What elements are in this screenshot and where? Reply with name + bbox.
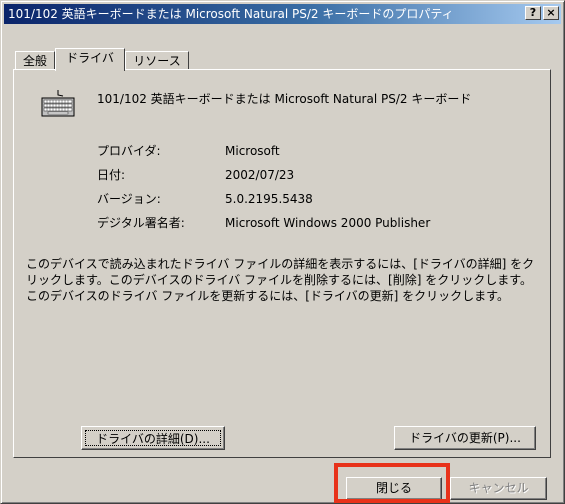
- device-name: 101/102 英語キーボードまたは Microsoft Natural PS/…: [97, 92, 472, 106]
- version-label: バージョン:: [97, 192, 161, 206]
- tab-general[interactable]: 全般: [15, 51, 55, 70]
- date-label: 日付:: [97, 168, 126, 182]
- signer-value: Microsoft Windows 2000 Publisher: [225, 216, 431, 230]
- title-bar[interactable]: 101/102 英語キーボードまたは Microsoft Natural PS/…: [4, 4, 561, 24]
- tab-driver[interactable]: ドライバ: [55, 48, 125, 71]
- signer-label: デジタル署名者:: [97, 216, 185, 230]
- date-value: 2002/07/23: [225, 168, 295, 182]
- properties-dialog: 101/102 英語キーボードまたは Microsoft Natural PS/…: [0, 0, 565, 504]
- driver-details-button[interactable]: ドライバの詳細(D)...: [81, 426, 225, 450]
- keyboard-icon: [41, 90, 75, 117]
- description-text: このデバイスで読み込まれたドライバ ファイルの詳細を表示するには、[ドライバの詳…: [26, 257, 535, 303]
- driver-tab-panel: 101/102 英語キーボードまたは Microsoft Natural PS/…: [13, 69, 551, 458]
- provider-value: Microsoft: [225, 144, 280, 158]
- provider-label: プロバイダ:: [97, 144, 161, 158]
- update-driver-button[interactable]: ドライバの更新(P)...: [394, 426, 536, 450]
- version-value: 5.0.2195.5438: [225, 192, 313, 206]
- close-window-button[interactable]: ×: [543, 6, 559, 20]
- driver-details-label: ドライバの詳細(D)...: [85, 430, 221, 446]
- close-button-highlight: [334, 463, 450, 503]
- tab-resource[interactable]: リソース: [125, 51, 189, 70]
- help-button[interactable]: ?: [525, 6, 541, 20]
- window-title: 101/102 英語キーボードまたは Microsoft Natural PS/…: [8, 7, 454, 21]
- cancel-button[interactable]: キャンセル: [450, 477, 547, 500]
